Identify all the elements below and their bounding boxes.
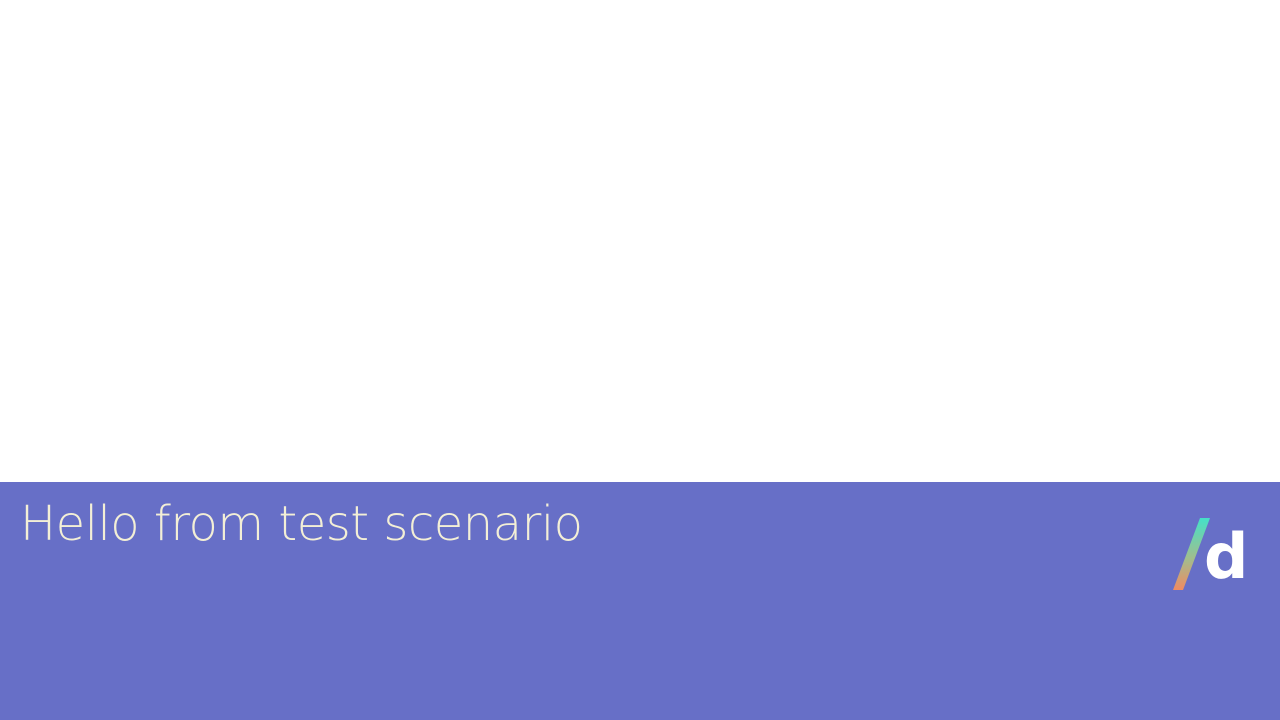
blank-content-area (0, 0, 1280, 482)
logo-letter: d (1204, 520, 1248, 592)
slash-d-logo-icon: d (1173, 518, 1248, 592)
message-text: Hello from test scenario (20, 496, 583, 552)
page: Hello from test scenario d (0, 0, 1280, 720)
bottom-panel: Hello from test scenario d (0, 482, 1280, 720)
